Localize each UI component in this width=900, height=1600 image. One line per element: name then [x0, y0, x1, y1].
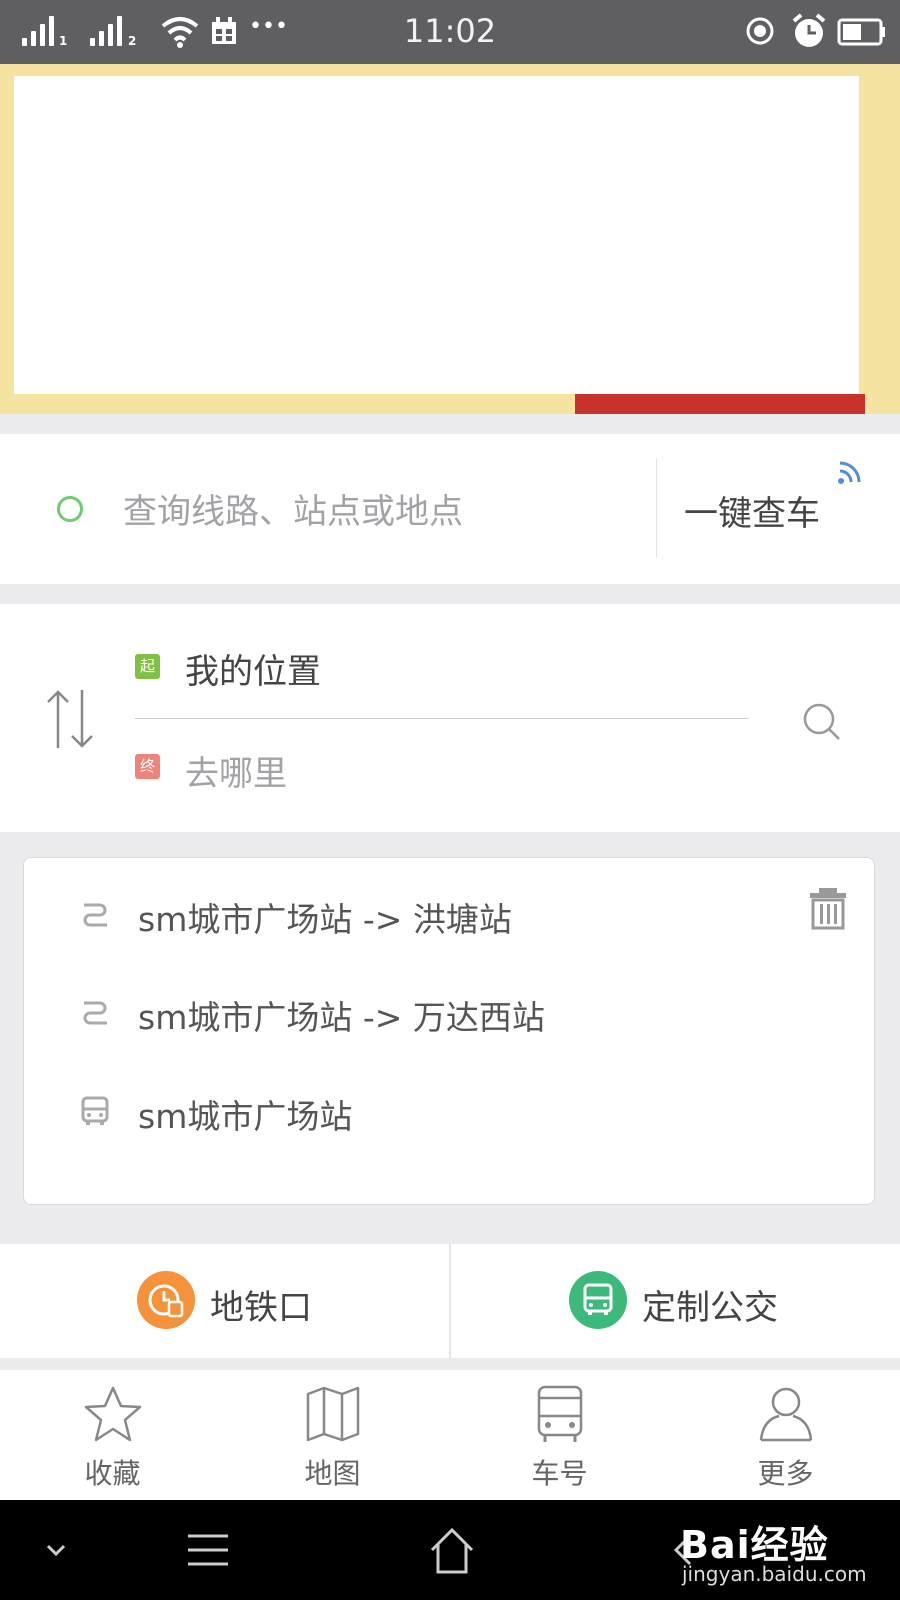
search-location-dot-icon: [57, 496, 83, 522]
custom-bus-label: 定制公交: [642, 1288, 778, 1328]
tab-bus-number[interactable]: 车号: [447, 1370, 672, 1500]
start-input[interactable]: 我的位置: [185, 644, 321, 693]
search-icon[interactable]: [800, 700, 844, 744]
history-item-text: sm城市广场站 -> 洪塘站: [138, 900, 512, 939]
history-item-text: sm城市广场站: [138, 1097, 353, 1136]
tab-more[interactable]: 更多: [673, 1370, 898, 1500]
realtime-signal-icon: [838, 461, 861, 484]
shortcut-bar: 地铁口 定制公交: [0, 1244, 900, 1358]
bottom-tab-bar: 收藏 地图 车号 更多: [0, 1370, 900, 1500]
history-item[interactable]: sm城市广场站: [24, 1080, 874, 1140]
battery-icon: [837, 18, 885, 46]
baidu-jingyan-watermark: Bai经验 jingyan.baidu.com: [672, 1508, 892, 1598]
subway-clock-icon: [137, 1271, 195, 1329]
subway-exit-button[interactable]: 地铁口: [0, 1244, 449, 1358]
history-item-text: sm城市广场站 -> 万达西站: [138, 998, 545, 1037]
swap-direction-icon[interactable]: [44, 686, 98, 752]
destination-input[interactable]: 去哪里: [185, 746, 287, 795]
search-input[interactable]: 查询线路、站点或地点: [123, 484, 463, 533]
tab-label: 更多: [757, 1457, 814, 1490]
map-icon: [306, 1386, 360, 1442]
route-icon: [83, 903, 107, 927]
star-icon: [84, 1386, 142, 1442]
search-history: sm城市广场站 -> 洪塘站 sm城市广场站 -> 万达西站 sm城市广场站: [23, 857, 875, 1205]
custom-bus-button[interactable]: 定制公交: [451, 1244, 900, 1358]
end-tag: 终: [135, 754, 160, 779]
promo-banner[interactable]: [0, 64, 900, 414]
alarm-icon: [792, 13, 826, 47]
bus-icon: [569, 1271, 627, 1329]
search-bar: 查询线路、站点或地点 一键查车: [0, 434, 900, 584]
tab-favorites[interactable]: 收藏: [0, 1370, 225, 1500]
menu-icon[interactable]: [178, 1522, 238, 1578]
user-icon: [759, 1387, 813, 1442]
status-bar: 1 2 ••• 11:02: [0, 0, 900, 64]
banner-image: [14, 76, 859, 394]
start-tag: 起: [135, 654, 160, 679]
route-divider: [135, 718, 749, 719]
search-divider: [656, 458, 657, 558]
watermark-url: jingyan.baidu.com: [682, 1562, 867, 1586]
tab-label: 车号: [531, 1457, 588, 1490]
banner-decoration: [575, 394, 865, 414]
location-icon: [746, 17, 774, 45]
tab-label: 地图: [304, 1457, 361, 1490]
tab-label: 收藏: [84, 1457, 141, 1490]
route-icon: [83, 1001, 107, 1025]
tab-map[interactable]: 地图: [220, 1370, 445, 1500]
home-icon[interactable]: [422, 1522, 482, 1578]
watermark-brand: Bai经验: [680, 1523, 829, 1567]
history-item[interactable]: sm城市广场站 -> 洪塘站: [24, 883, 874, 943]
chevron-down-icon[interactable]: [26, 1522, 86, 1578]
history-item[interactable]: sm城市广场站 -> 万达西站: [24, 981, 874, 1041]
bus-icon: [537, 1385, 583, 1442]
subway-exit-label: 地铁口: [210, 1288, 312, 1328]
route-planner: 起 我的位置 终 去哪里: [0, 604, 900, 832]
quick-check-bus-button[interactable]: 一键查车: [684, 486, 820, 535]
bus-icon: [81, 1096, 109, 1125]
